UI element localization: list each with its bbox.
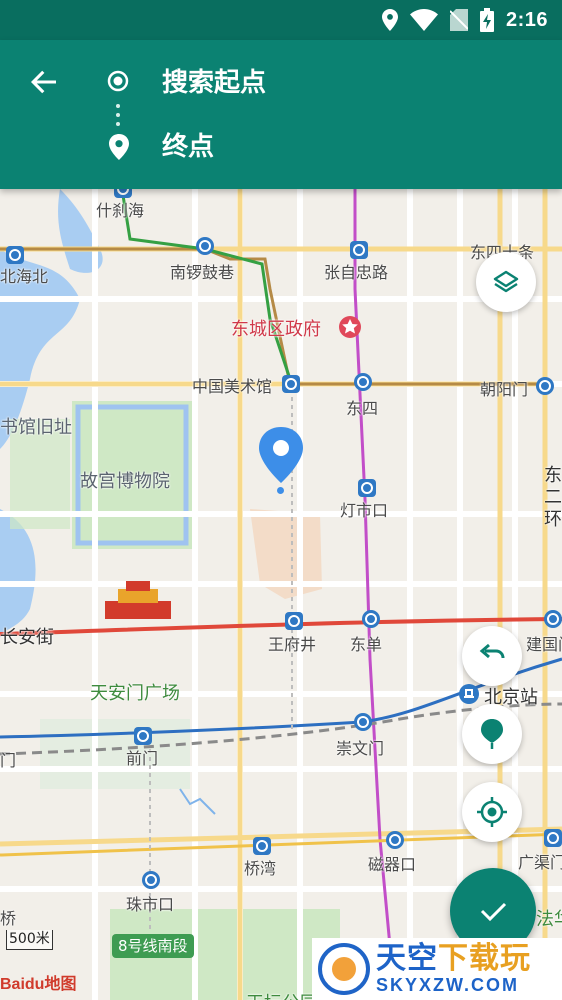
start-point-icon [107, 70, 129, 92]
metro-icon [253, 837, 271, 855]
map-label: 东城区政府 [231, 319, 321, 340]
map-label: 东单 [350, 635, 383, 654]
watermark-title: 天空下载玩 [376, 940, 531, 976]
map-label: 前门 [126, 749, 159, 768]
metro-icon [134, 727, 152, 745]
add-marker-button[interactable] [462, 704, 522, 764]
metro-icon [142, 871, 160, 889]
clock: 2:16 [505, 8, 548, 31]
route-connector [116, 104, 120, 126]
end-search-input[interactable]: 终点 [162, 128, 522, 166]
map-label: 灯市口 [340, 501, 389, 520]
map-label: 什刹海 [96, 201, 145, 220]
map-label: 中国美术馆 [192, 377, 273, 396]
route-header: 搜索起点 终点 [0, 40, 562, 189]
no-sim-icon [449, 9, 468, 31]
location-pin-icon[interactable] [256, 425, 306, 487]
metro-icon [6, 246, 24, 264]
start-search-input[interactable]: 搜索起点 [162, 64, 522, 102]
map-label: 东二环 [544, 465, 562, 530]
undo-icon [479, 643, 505, 659]
wifi-icon [409, 9, 438, 31]
watermark-logo-icon [318, 943, 370, 995]
metro-icon [285, 612, 303, 630]
map-label: 东四 [346, 399, 379, 418]
watermark-url: SKYXZW.COM [376, 974, 520, 995]
train-station-icon [459, 684, 479, 704]
map-label: 朝阳门 [480, 380, 529, 399]
watermark: 天空下载玩 SKYXZW.COM [312, 938, 562, 1000]
metro-icon [358, 479, 376, 497]
map-label: 张自忠路 [324, 263, 389, 282]
map-label: 北海北 [0, 267, 49, 286]
pin-anchor-dot [277, 487, 284, 494]
layers-icon [493, 270, 519, 293]
end-point-icon [109, 134, 129, 160]
map-label: 南锣鼓巷 [170, 263, 235, 282]
map-label: 广渠门 [518, 853, 562, 872]
back-button[interactable] [26, 64, 62, 100]
metro-icon [544, 829, 562, 847]
government-icon [339, 316, 361, 338]
metro-icon [354, 373, 372, 391]
metro-icon [354, 713, 372, 731]
battery-charging-icon [479, 8, 494, 32]
watermark-title-accent: 下载玩 [438, 940, 531, 976]
map-label: 磁器口 [368, 855, 417, 874]
back-arrow-icon [31, 70, 56, 94]
layers-button[interactable] [476, 252, 536, 312]
metro-icon [350, 241, 368, 259]
check-icon [480, 902, 507, 922]
baidu-logo: Baidu地图 [0, 976, 77, 993]
metro-icon [282, 375, 300, 393]
metro-icon [544, 610, 562, 628]
undo-button[interactable] [462, 626, 522, 686]
metro-icon [196, 237, 214, 255]
metro-icon [536, 377, 554, 395]
map-label: 天安门广场 [90, 683, 180, 704]
map-label: 桥湾 [244, 859, 277, 878]
map-label: 珠市口 [126, 895, 175, 914]
map-label: 长安街 [0, 627, 54, 648]
map-label: 故宫博物院 [80, 471, 170, 492]
status-bar: 2:16 [0, 0, 562, 40]
map-label: 天坛公园 [246, 989, 318, 1000]
my-location-button[interactable] [462, 782, 522, 842]
marker-icon [481, 719, 503, 749]
map-label: 法华寺 [536, 909, 562, 930]
map-label: 王府井 [268, 635, 317, 654]
metro-icon [362, 610, 380, 628]
map-label: 门 [0, 751, 17, 770]
watermark-title-main: 天空 [376, 940, 438, 976]
metro-icon [386, 831, 404, 849]
map-label: 书馆旧址 [0, 417, 72, 438]
map-label: 建国门 [526, 635, 562, 654]
map-label: 桥 [0, 909, 17, 928]
map-scale: 500米 [6, 930, 53, 950]
crosshair-icon [477, 797, 507, 827]
map-label: 崇文门 [336, 739, 385, 758]
road-label: 8号线南段 [112, 934, 194, 958]
location-icon [381, 9, 398, 31]
